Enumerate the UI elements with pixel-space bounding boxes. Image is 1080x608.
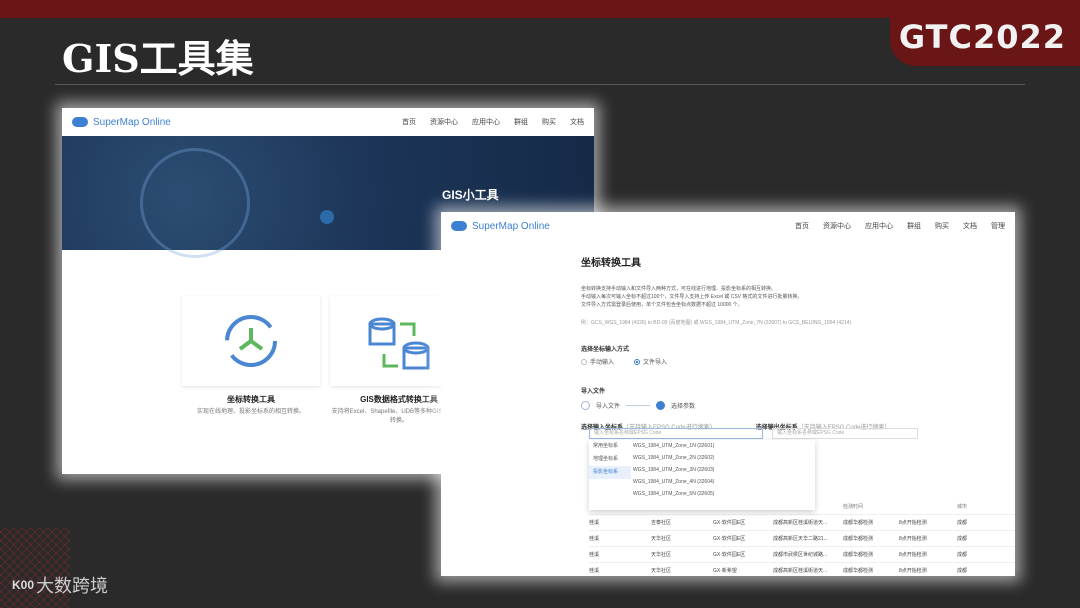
nav-apps[interactable]: 应用中心 [472, 117, 500, 127]
nav-bar: SuperMap Online 首页 资源中心 应用中心 群组 购买 文档 管理 [441, 212, 1015, 240]
nav-home[interactable]: 首页 [402, 117, 416, 127]
dd-category-common[interactable]: 常用坐标系 [589, 440, 631, 453]
hero-dot [320, 210, 334, 224]
bullet-1: 坐标转换支持手动输入和文件导入两种方式，可在线进行地理、投影坐标系的相互转换。 [581, 286, 777, 292]
import-label: 导入文件 [581, 389, 606, 395]
footer-badge: K00 [12, 578, 35, 592]
brand-tab: GTC2022 [890, 0, 1080, 66]
dd-option[interactable]: WGS_1984_UTM_Zone_1N (32601) [633, 440, 714, 452]
nav-home[interactable]: 首页 [795, 221, 809, 231]
step-2-label: 选择参数 [671, 404, 696, 410]
step-1-label: 导入文件 [596, 404, 621, 410]
hero-ring [140, 148, 250, 258]
tool-main: 坐标转换工具 坐标转换支持手动输入和文件导入两种方式，可在线进行地理、投影坐标系… [581, 254, 1015, 431]
nav-groups[interactable]: 群组 [514, 117, 528, 127]
nav-groups[interactable]: 群组 [907, 221, 921, 231]
cloud-icon [451, 221, 467, 231]
dd-option[interactable]: WGS_1984_UTM_Zone_3N (32603) [633, 464, 714, 476]
supermap-logo[interactable]: SuperMap Online [451, 221, 550, 232]
input-mode-radios: 手动输入 文件导入 [581, 357, 1015, 366]
dd-option[interactable]: WGS_1984_UTM_Zone_5N (32605) [633, 488, 714, 500]
tool-instructions: 坐标转换支持手动输入和文件导入两种方式，可在线进行地理、投影坐标系的相互转换。 … [581, 285, 1015, 309]
refresh-icon [225, 315, 277, 367]
th-time: 检测时间 [843, 504, 864, 511]
screenshot-coord-tool: SuperMap Online 首页 资源中心 应用中心 群组 购买 文档 管理… [441, 212, 1015, 576]
step-connector [626, 405, 651, 406]
nav-resources[interactable]: 资源中心 [823, 221, 851, 231]
tool-title: 坐标转换工具 [581, 258, 641, 269]
step-2-dot [656, 401, 666, 410]
table-row[interactable]: 桂溪 天华社区 GX·软件园E区 成都市武侯区世纪城路... 成都华都检测 8点开始检测成… [589, 545, 1015, 562]
data-table: 检测机构 检测时间 城市 桂溪吉泰社区GX·软件园E区成都高新区桂溪街道天...… [589, 500, 1015, 576]
dd-option[interactable]: WGS_1984_UTM_Zone_4N (32604) [633, 476, 714, 488]
nav-buy[interactable]: 购买 [542, 117, 556, 127]
footer-logo: K00 大数跨境 [12, 572, 108, 598]
input-mode-label: 选择坐标输入方式 [581, 347, 630, 353]
tool-name-coord[interactable]: 坐标转换工具 [182, 394, 320, 405]
logo-text: SuperMap Online [93, 116, 171, 128]
input-crs-field[interactable]: 输入坐标系名称或EPSG Code [589, 428, 763, 439]
nav-apps[interactable]: 应用中心 [865, 221, 893, 231]
nav-resources[interactable]: 资源中心 [430, 117, 458, 127]
radio-file[interactable]: 文件导入 [634, 357, 667, 366]
brand-logo: GTC2022 [898, 18, 1066, 56]
tool-example: 例：GCS_WGS_1984 (4326) to BD-09 (百度地图) 或 … [581, 320, 852, 326]
tool-card-coord[interactable] [182, 296, 320, 386]
nav-admin[interactable]: 管理 [991, 221, 1005, 231]
th-city: 城市 [957, 504, 968, 511]
bullet-3: 文件导入方式需登录后使用，单个文件包含坐标点数据不超过 10000 个。 [581, 302, 743, 308]
dd-option[interactable]: WGS_1984_UTM_Zone_2N (32602) [633, 452, 714, 464]
nav-docs[interactable]: 文档 [570, 117, 584, 127]
crs-dropdown: 常用坐标系 地理坐标系 投影坐标系 WGS_1984_UTM_Zone_1N (… [589, 440, 815, 510]
import-steps: 导入文件 选择参数 [581, 401, 1015, 410]
footer-brand: 大数跨境 [36, 576, 109, 596]
bullet-2: 手动输入每次可输入坐标不超过100个，文件导入支持上传 Excel 或 CSV … [581, 294, 803, 300]
hero-title: GIS小工具 [442, 188, 499, 202]
title-divider [55, 84, 1025, 85]
output-crs-field[interactable]: 输入坐标系名称或EPSG Code [772, 428, 918, 439]
table-row[interactable]: 桂溪 吉泰社区 GX·软件园E区 成都高新区桂溪街道天... 成都华都检测 8点开始检测成… [589, 513, 1015, 530]
tool-desc-coord: 实现在线地理、投影坐标系的相互转换。 [196, 409, 305, 415]
radio-manual[interactable]: 手动输入 [581, 357, 614, 366]
nav-buy[interactable]: 购买 [935, 221, 949, 231]
dd-category-projected[interactable]: 投影坐标系 [589, 466, 631, 479]
table-row[interactable]: 桂溪 天华社区 GX·软件园E区 成都高新区天华二路21... 成都华都检测 8点开始检测… [589, 529, 1015, 546]
dd-category-geographic[interactable]: 地理坐标系 [589, 453, 631, 466]
supermap-logo[interactable]: SuperMap Online [72, 117, 171, 128]
logo-text: SuperMap Online [472, 220, 550, 232]
nav-docs[interactable]: 文档 [963, 221, 977, 231]
slide-title: GIS工具集 [62, 36, 254, 81]
table-row[interactable]: 桂溪 天华社区 GX·新希望 成都高新区桂溪街道天... 成都华都检测 8点开始检测 成都 [589, 561, 1015, 576]
cloud-icon [72, 117, 88, 127]
step-1-dot [581, 401, 590, 410]
nav-bar: SuperMap Online 首页 资源中心 应用中心 群组 购买 文档 [62, 108, 594, 136]
